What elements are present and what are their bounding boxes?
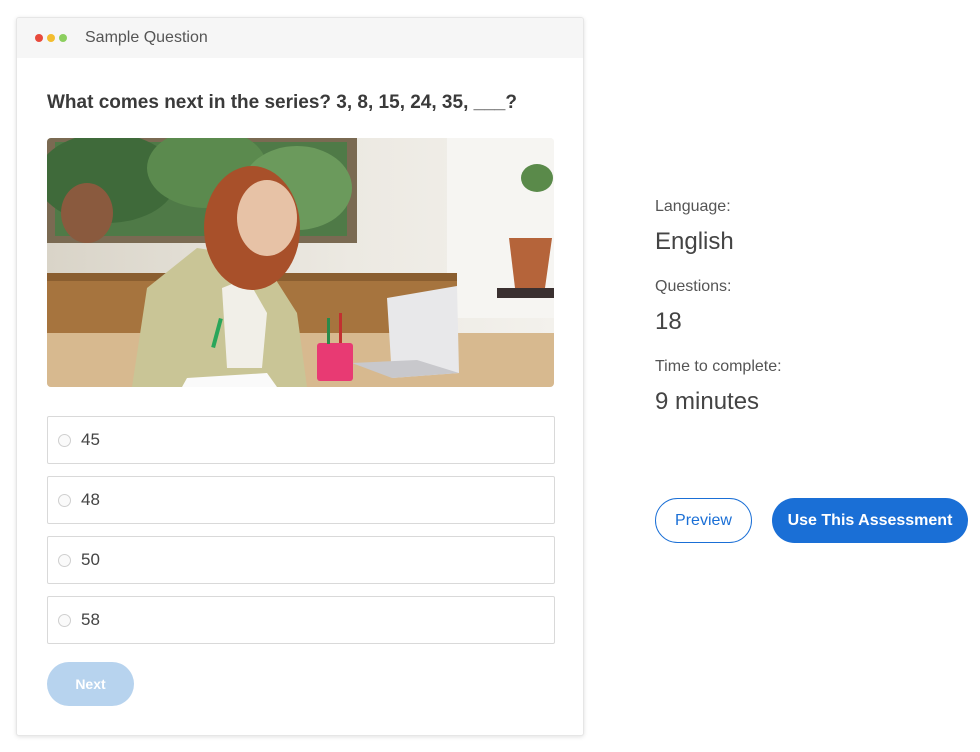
- answer-option-label: 50: [81, 550, 100, 569]
- questions-value: 18: [655, 308, 682, 335]
- answer-option-label: 45: [81, 430, 100, 449]
- sample-question-card: Sample Question What comes next in the s…: [16, 17, 584, 736]
- answer-option[interactable]: 48: [47, 476, 555, 524]
- radio-icon[interactable]: [58, 433, 71, 447]
- green-dot-icon: [59, 34, 67, 42]
- use-assessment-button[interactable]: Use This Assessment: [772, 498, 968, 543]
- answer-option-label: 48: [81, 490, 100, 509]
- yellow-dot-icon: [47, 34, 55, 42]
- radio-icon[interactable]: [58, 613, 71, 627]
- answer-option[interactable]: 58: [47, 596, 555, 644]
- question-text: What comes next in the series? 3, 8, 15,…: [47, 92, 517, 113]
- card-header-title: Sample Question: [85, 29, 208, 46]
- time-label: Time to complete:: [655, 358, 782, 375]
- language-label: Language:: [655, 198, 731, 215]
- answer-option[interactable]: 45: [47, 416, 555, 464]
- assessment-info: Language: English Questions: 18 Time to …: [655, 198, 782, 438]
- questions-label: Questions:: [655, 278, 732, 295]
- answer-option-label: 58: [81, 610, 100, 629]
- next-button[interactable]: Next: [47, 662, 134, 706]
- card-header: Sample Question: [17, 18, 583, 58]
- radio-icon[interactable]: [58, 553, 71, 567]
- window-dots: [35, 34, 67, 42]
- time-value: 9 minutes: [655, 388, 760, 415]
- radio-icon[interactable]: [58, 493, 71, 507]
- question-photo: [47, 138, 554, 387]
- red-dot-icon: [35, 34, 43, 42]
- language-value: English: [655, 228, 734, 255]
- answer-options: 45 48 50 58: [47, 416, 555, 656]
- preview-button[interactable]: Preview: [655, 498, 752, 543]
- answer-option[interactable]: 50: [47, 536, 555, 584]
